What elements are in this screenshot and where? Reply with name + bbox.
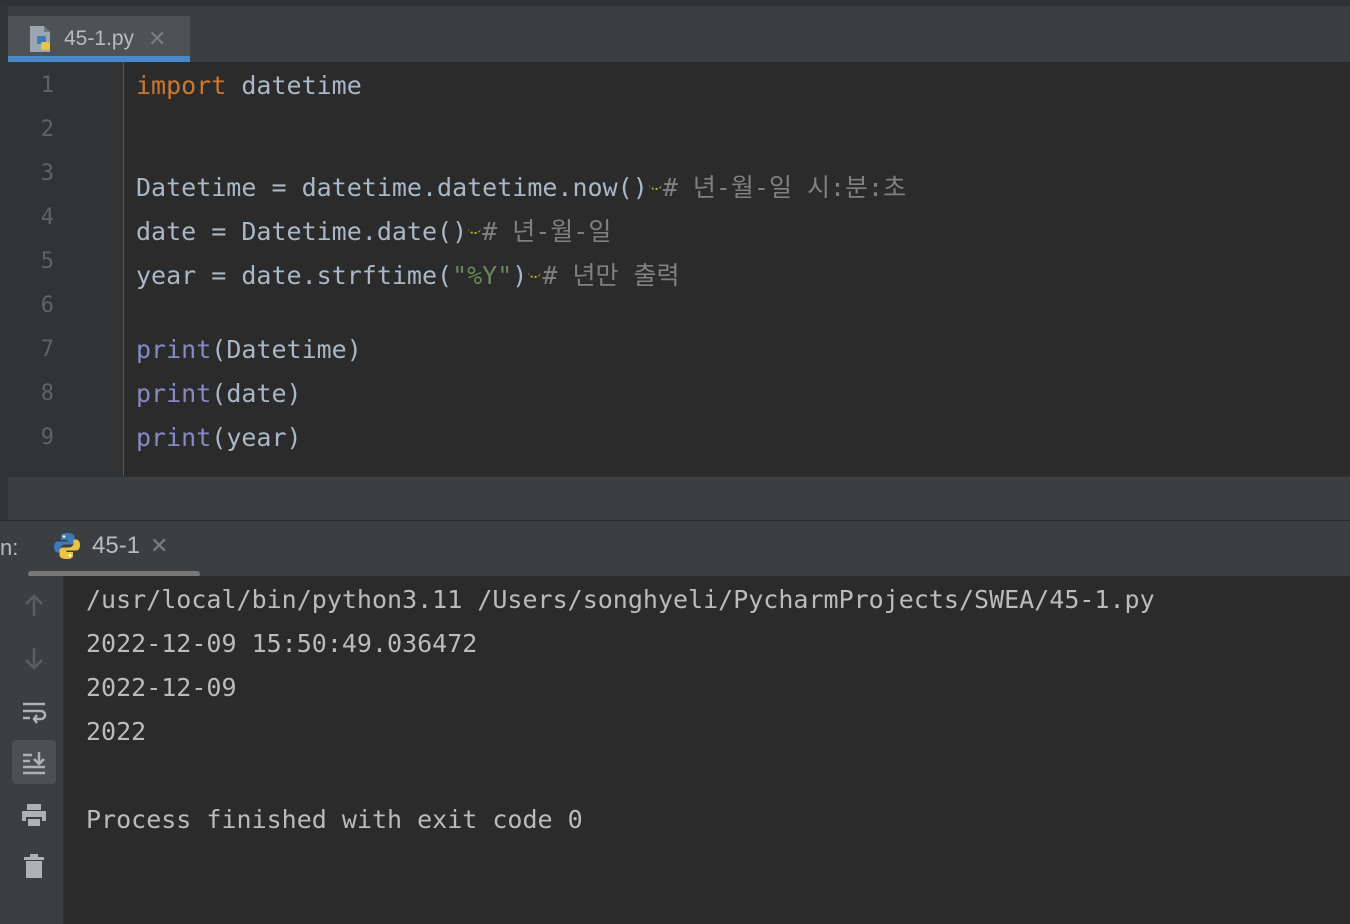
code-line[interactable]: year = date.strftime("%Y") # 년만 출력 xyxy=(136,240,680,290)
editor-tab-label: 45-1.py xyxy=(64,27,135,50)
weak-warning-squiggle xyxy=(467,196,482,240)
close-icon[interactable]: ✕ xyxy=(148,27,166,52)
print-icon xyxy=(22,804,46,828)
trash-icon xyxy=(24,854,44,878)
line-number: 2 xyxy=(40,117,54,142)
close-icon[interactable]: ✕ xyxy=(150,534,168,559)
code-token: (year) xyxy=(211,423,302,452)
code-token: print xyxy=(136,335,212,364)
line-number: 4 xyxy=(40,205,54,230)
line-number: 8 xyxy=(40,381,54,406)
scroll-up-button[interactable] xyxy=(12,584,56,628)
weak-warning-squiggle xyxy=(527,240,542,284)
code-token: year = date.strftime( xyxy=(136,261,453,290)
code-line[interactable]: date = Datetime.date() # 년-월-일 xyxy=(136,196,611,246)
weak-warning-squiggle xyxy=(648,152,663,196)
code-token: # 년만 출력 xyxy=(542,261,680,290)
code-editor[interactable]: 1 2 3 4 5 6 7 8 9 import datetime Datetime = date… xyxy=(0,62,1350,476)
run-toolbar xyxy=(0,576,64,924)
run-tool-window-header: n: 45-1 ✕ xyxy=(0,520,1350,577)
code-token: (Datetime) xyxy=(211,335,362,364)
code-token: "%Y" xyxy=(452,261,513,290)
code-token: datetime xyxy=(226,71,362,100)
code-line[interactable]: print(date) xyxy=(136,372,302,416)
soft-wrap-button[interactable] xyxy=(12,690,56,734)
line-number: 6 xyxy=(40,293,54,318)
scroll-down-icon xyxy=(25,648,43,670)
editor-tab-bar: 45-1.py ✕ xyxy=(0,0,1350,62)
editor-bottom-strip xyxy=(0,476,1350,520)
editor-tab-45-1-py[interactable]: 45-1.py ✕ xyxy=(8,16,190,62)
scroll-to-end-icon xyxy=(23,752,45,775)
clear-all-button[interactable] xyxy=(12,844,56,888)
soft-wrap-icon xyxy=(23,702,47,724)
print-button[interactable] xyxy=(12,794,56,838)
line-number-gutter: 1 2 3 4 5 6 7 8 9 xyxy=(8,62,124,476)
code-line[interactable]: Datetime = datetime.datetime.now() # 년-월-… xyxy=(136,152,906,202)
run-tab-label: 45-1 xyxy=(92,532,141,559)
line-number: 7 xyxy=(40,337,54,362)
code-token: (date) xyxy=(211,379,302,408)
line-number: 9 xyxy=(40,425,54,450)
console-line: /usr/local/bin/python3.11 /Users/songhye… xyxy=(86,585,1155,614)
scroll-to-end-button[interactable] xyxy=(12,740,56,784)
line-number: 3 xyxy=(40,161,54,186)
console-line: 2022-12-09 xyxy=(86,673,237,702)
run-console[interactable]: /usr/local/bin/python3.11 /Users/songhye… xyxy=(64,576,1350,924)
console-line: 2022 xyxy=(86,717,147,746)
code-line[interactable]: print(Datetime) xyxy=(136,328,362,372)
run-label: n: xyxy=(0,535,19,560)
code-line[interactable]: import datetime xyxy=(136,64,362,108)
code-token: print xyxy=(136,423,212,452)
line-number: 5 xyxy=(40,249,54,274)
code-line[interactable]: print(year) xyxy=(136,416,302,460)
python-file-icon xyxy=(30,26,50,52)
code-token: import xyxy=(136,71,227,100)
line-number: 1 xyxy=(40,73,54,98)
scroll-up-icon xyxy=(25,594,43,616)
run-tab-45-1[interactable]: 45-1 ✕ xyxy=(52,531,168,561)
console-line: Process finished with exit code 0 xyxy=(86,805,583,834)
code-token: ) xyxy=(512,261,528,290)
console-line: 2022-12-09 15:50:49.036472 xyxy=(86,629,478,658)
python-icon xyxy=(54,533,80,559)
code-token: # 년-월-일 시:분:초 xyxy=(662,173,907,202)
scroll-down-button[interactable] xyxy=(12,636,56,680)
code-token: print xyxy=(136,379,212,408)
